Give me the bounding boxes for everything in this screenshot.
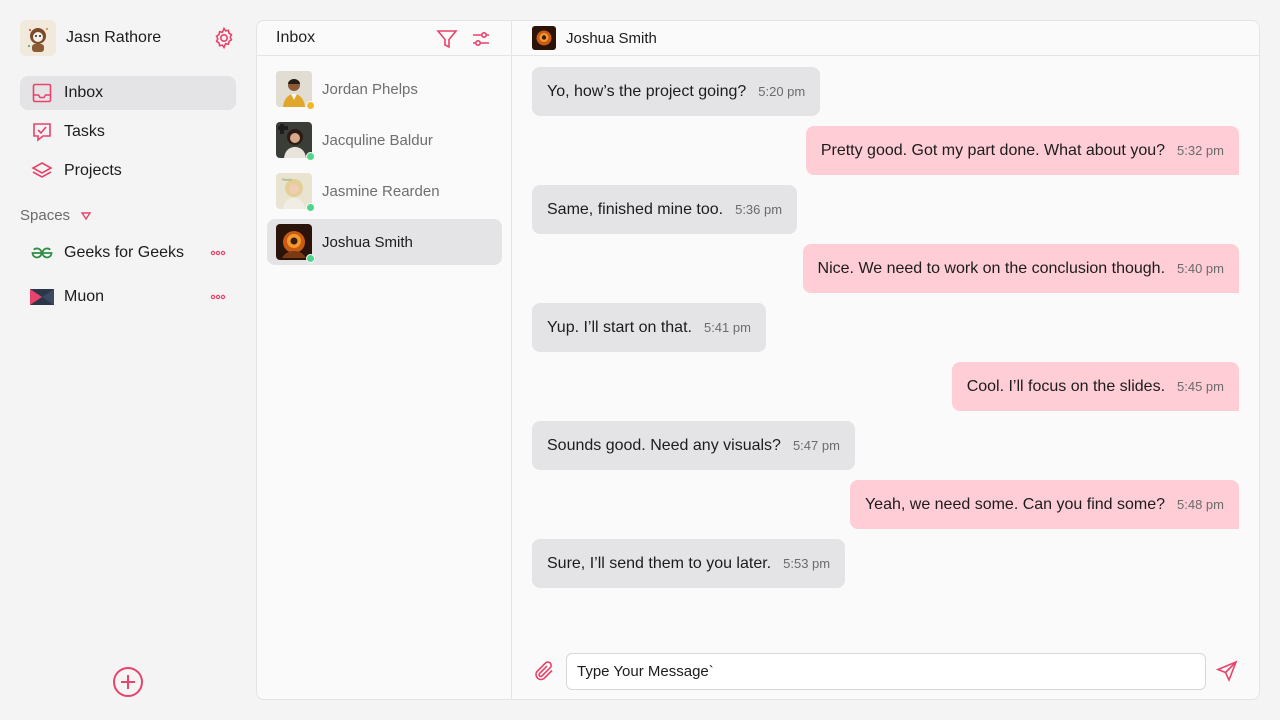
nav-item-tasks[interactable]: Tasks bbox=[20, 115, 236, 149]
more-dots-icon[interactable] bbox=[210, 291, 226, 303]
send-icon[interactable] bbox=[1215, 659, 1239, 683]
contact-item-joshua-smith[interactable]: Joshua Smith bbox=[267, 219, 502, 265]
message-time: 5:36 pm bbox=[735, 202, 783, 217]
contact-avatar bbox=[276, 173, 315, 212]
gear-icon[interactable] bbox=[212, 26, 236, 50]
space-item-label: Muon bbox=[64, 288, 105, 305]
message-time: 5:41 pm bbox=[703, 320, 751, 335]
space-item-label: Geeks for Geeks bbox=[64, 244, 185, 261]
message-text: Cool. I’ll focus on the slides. bbox=[966, 377, 1166, 395]
contact-name: Joshua Smith bbox=[322, 233, 413, 251]
inbox-icon bbox=[32, 83, 52, 103]
nav-item-label: Projects bbox=[64, 162, 122, 179]
contact-name: Jacquline Baldur bbox=[322, 131, 433, 149]
paperclip-icon[interactable] bbox=[532, 659, 556, 683]
space-item-muon[interactable]: Muon bbox=[20, 282, 236, 312]
muon-logo-icon bbox=[30, 289, 54, 305]
spaces-header[interactable]: Spaces bbox=[20, 207, 92, 224]
message-text: Nice. We need to work on the conclusion … bbox=[817, 259, 1166, 277]
plus-circle-icon[interactable] bbox=[112, 666, 144, 698]
message-time: 5:48 pm bbox=[1177, 497, 1224, 512]
contact-name: Jasmine Rearden bbox=[322, 182, 440, 200]
main-nav: Inbox Tasks Projects bbox=[20, 76, 236, 193]
message-incoming: Sounds good. Need any visuals? 5:47 pm bbox=[532, 421, 855, 470]
message-input[interactable]: Type Your Message` bbox=[566, 653, 1206, 690]
nav-item-label: Tasks bbox=[64, 123, 105, 140]
spaces-label: Spaces bbox=[20, 207, 71, 224]
message-outgoing: Nice. We need to work on the conclusion … bbox=[802, 244, 1239, 293]
message-time: 5:47 pm bbox=[792, 438, 840, 453]
user-avatar[interactable] bbox=[20, 20, 56, 56]
space-item-geeks-for-geeks[interactable]: Geeks for Geeks bbox=[20, 238, 236, 268]
status-dot-online bbox=[306, 152, 315, 161]
user-name: Jasn Rathore bbox=[66, 29, 162, 46]
message-text: Sure, I’ll send them to you later. bbox=[547, 554, 772, 572]
user-profile[interactable]: Jasn Rathore bbox=[20, 20, 236, 56]
message-incoming: Yup. I’ll start on that. 5:41 pm bbox=[532, 303, 766, 352]
nav-item-inbox[interactable]: Inbox bbox=[20, 76, 236, 110]
geeksforgeeks-logo-icon bbox=[31, 247, 53, 259]
message-text: Sounds good. Need any visuals? bbox=[547, 436, 781, 454]
chevron-down-icon[interactable] bbox=[80, 210, 92, 222]
contact-avatar bbox=[276, 122, 315, 161]
contact-item-jordan-phelps[interactable]: Jordan Phelps bbox=[267, 66, 502, 112]
message-incoming: Sure, I’ll send them to you later. 5:53 … bbox=[532, 539, 846, 588]
sidebar: Jasn Rathore Inbox Tasks Projects Spaces… bbox=[0, 0, 256, 720]
chat-contact-avatar[interactable] bbox=[532, 26, 556, 50]
message-time: 5:20 pm bbox=[758, 84, 806, 99]
chat-area: Joshua Smith Yo, how’s the project going… bbox=[512, 21, 1259, 699]
contact-item-jasmine-rearden[interactable]: Jasmine Rearden bbox=[267, 168, 502, 214]
contact-name: Jordan Phelps bbox=[322, 80, 418, 98]
nav-item-label: Inbox bbox=[64, 84, 104, 101]
contact-item-jacquline-baldur[interactable]: Jacquline Baldur bbox=[267, 117, 502, 163]
tasks-icon bbox=[33, 123, 51, 142]
message-time: 5:32 pm bbox=[1177, 143, 1224, 158]
message-composer: Type Your Message` bbox=[532, 653, 1239, 690]
status-dot-away bbox=[306, 101, 315, 110]
more-dots-icon[interactable] bbox=[210, 247, 226, 259]
message-time: 5:40 pm bbox=[1177, 261, 1224, 276]
message-text: Same, finished mine too. bbox=[547, 200, 724, 218]
contact-avatar bbox=[276, 224, 315, 263]
message-outgoing: Yeah, we need some. Can you find some? 5… bbox=[849, 480, 1239, 529]
message-text: Yo, how’s the project going? bbox=[547, 82, 747, 100]
message-outgoing: Pretty good. Got my part done. What abou… bbox=[805, 126, 1239, 175]
conversation-list: Inbox Jordan Phelps Jacquline Baldur Jas… bbox=[257, 21, 512, 699]
main-panel: Inbox Jordan Phelps Jacquline Baldur Jas… bbox=[256, 20, 1260, 700]
layers-icon bbox=[31, 162, 53, 178]
chat-header: Joshua Smith bbox=[512, 21, 1259, 56]
message-time: 5:45 pm bbox=[1177, 379, 1224, 394]
filter-icon[interactable] bbox=[435, 27, 459, 51]
message-text: Pretty good. Got my part done. What abou… bbox=[820, 141, 1166, 159]
nav-item-projects[interactable]: Projects bbox=[20, 154, 236, 188]
sliders-icon[interactable] bbox=[469, 27, 493, 51]
chat-contact-name: Joshua Smith bbox=[566, 29, 657, 47]
contact-avatar bbox=[276, 71, 315, 110]
inbox-header: Inbox bbox=[257, 21, 511, 56]
inbox-title: Inbox bbox=[276, 29, 316, 46]
message-text: Yup. I’ll start on that. bbox=[547, 318, 692, 336]
message-incoming: Yo, how’s the project going? 5:20 pm bbox=[532, 67, 821, 116]
message-text: Yeah, we need some. Can you find some? bbox=[864, 495, 1166, 513]
status-dot-online bbox=[306, 203, 315, 212]
message-time: 5:53 pm bbox=[783, 556, 831, 571]
status-dot-online bbox=[306, 254, 315, 263]
message-incoming: Same, finished mine too. 5:36 pm bbox=[532, 185, 798, 234]
message-outgoing: Cool. I’ll focus on the slides. 5:45 pm bbox=[951, 362, 1239, 411]
